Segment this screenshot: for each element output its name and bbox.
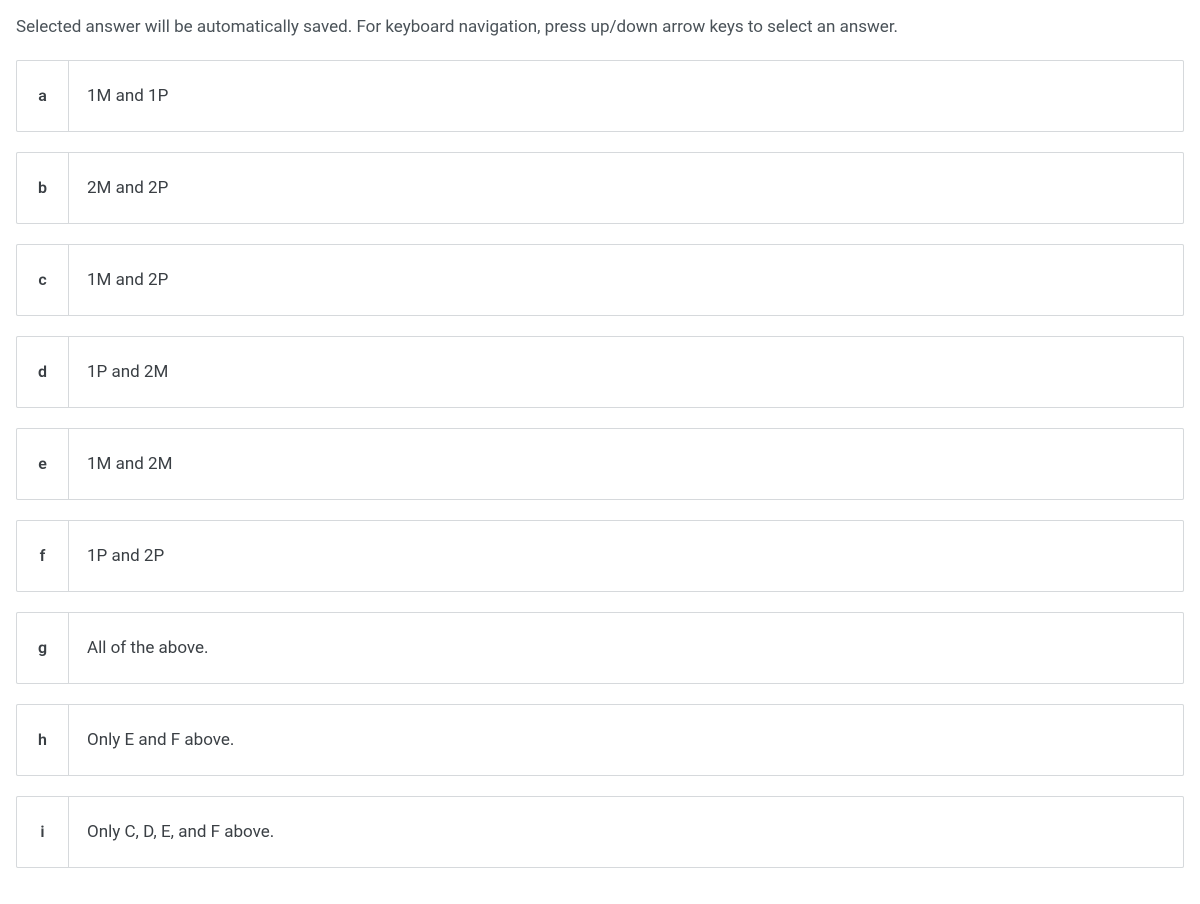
options-list: a 1M and 1P b 2M and 2P c 1M and 2P d 1P… — [16, 60, 1184, 868]
option-letter: i — [17, 797, 69, 867]
option-e[interactable]: e 1M and 2M — [16, 428, 1184, 500]
option-text: 1P and 2M — [69, 337, 1183, 407]
option-text: 1M and 2M — [69, 429, 1183, 499]
option-letter: b — [17, 153, 69, 223]
option-f[interactable]: f 1P and 2P — [16, 520, 1184, 592]
option-letter: f — [17, 521, 69, 591]
option-letter: g — [17, 613, 69, 683]
option-letter: d — [17, 337, 69, 407]
option-text: Only E and F above. — [69, 705, 1183, 775]
option-letter: c — [17, 245, 69, 315]
option-b[interactable]: b 2M and 2P — [16, 152, 1184, 224]
option-text: All of the above. — [69, 613, 1183, 683]
option-a[interactable]: a 1M and 1P — [16, 60, 1184, 132]
option-text: Only C, D, E, and F above. — [69, 797, 1183, 867]
option-text: 2M and 2P — [69, 153, 1183, 223]
option-c[interactable]: c 1M and 2P — [16, 244, 1184, 316]
option-text: 1M and 2P — [69, 245, 1183, 315]
option-text: 1M and 1P — [69, 61, 1183, 131]
option-d[interactable]: d 1P and 2M — [16, 336, 1184, 408]
option-text: 1P and 2P — [69, 521, 1183, 591]
option-letter: a — [17, 61, 69, 131]
option-h[interactable]: h Only E and F above. — [16, 704, 1184, 776]
option-letter: e — [17, 429, 69, 499]
instruction-text: Selected answer will be automatically sa… — [16, 16, 1184, 40]
option-i[interactable]: i Only C, D, E, and F above. — [16, 796, 1184, 868]
option-g[interactable]: g All of the above. — [16, 612, 1184, 684]
option-letter: h — [17, 705, 69, 775]
